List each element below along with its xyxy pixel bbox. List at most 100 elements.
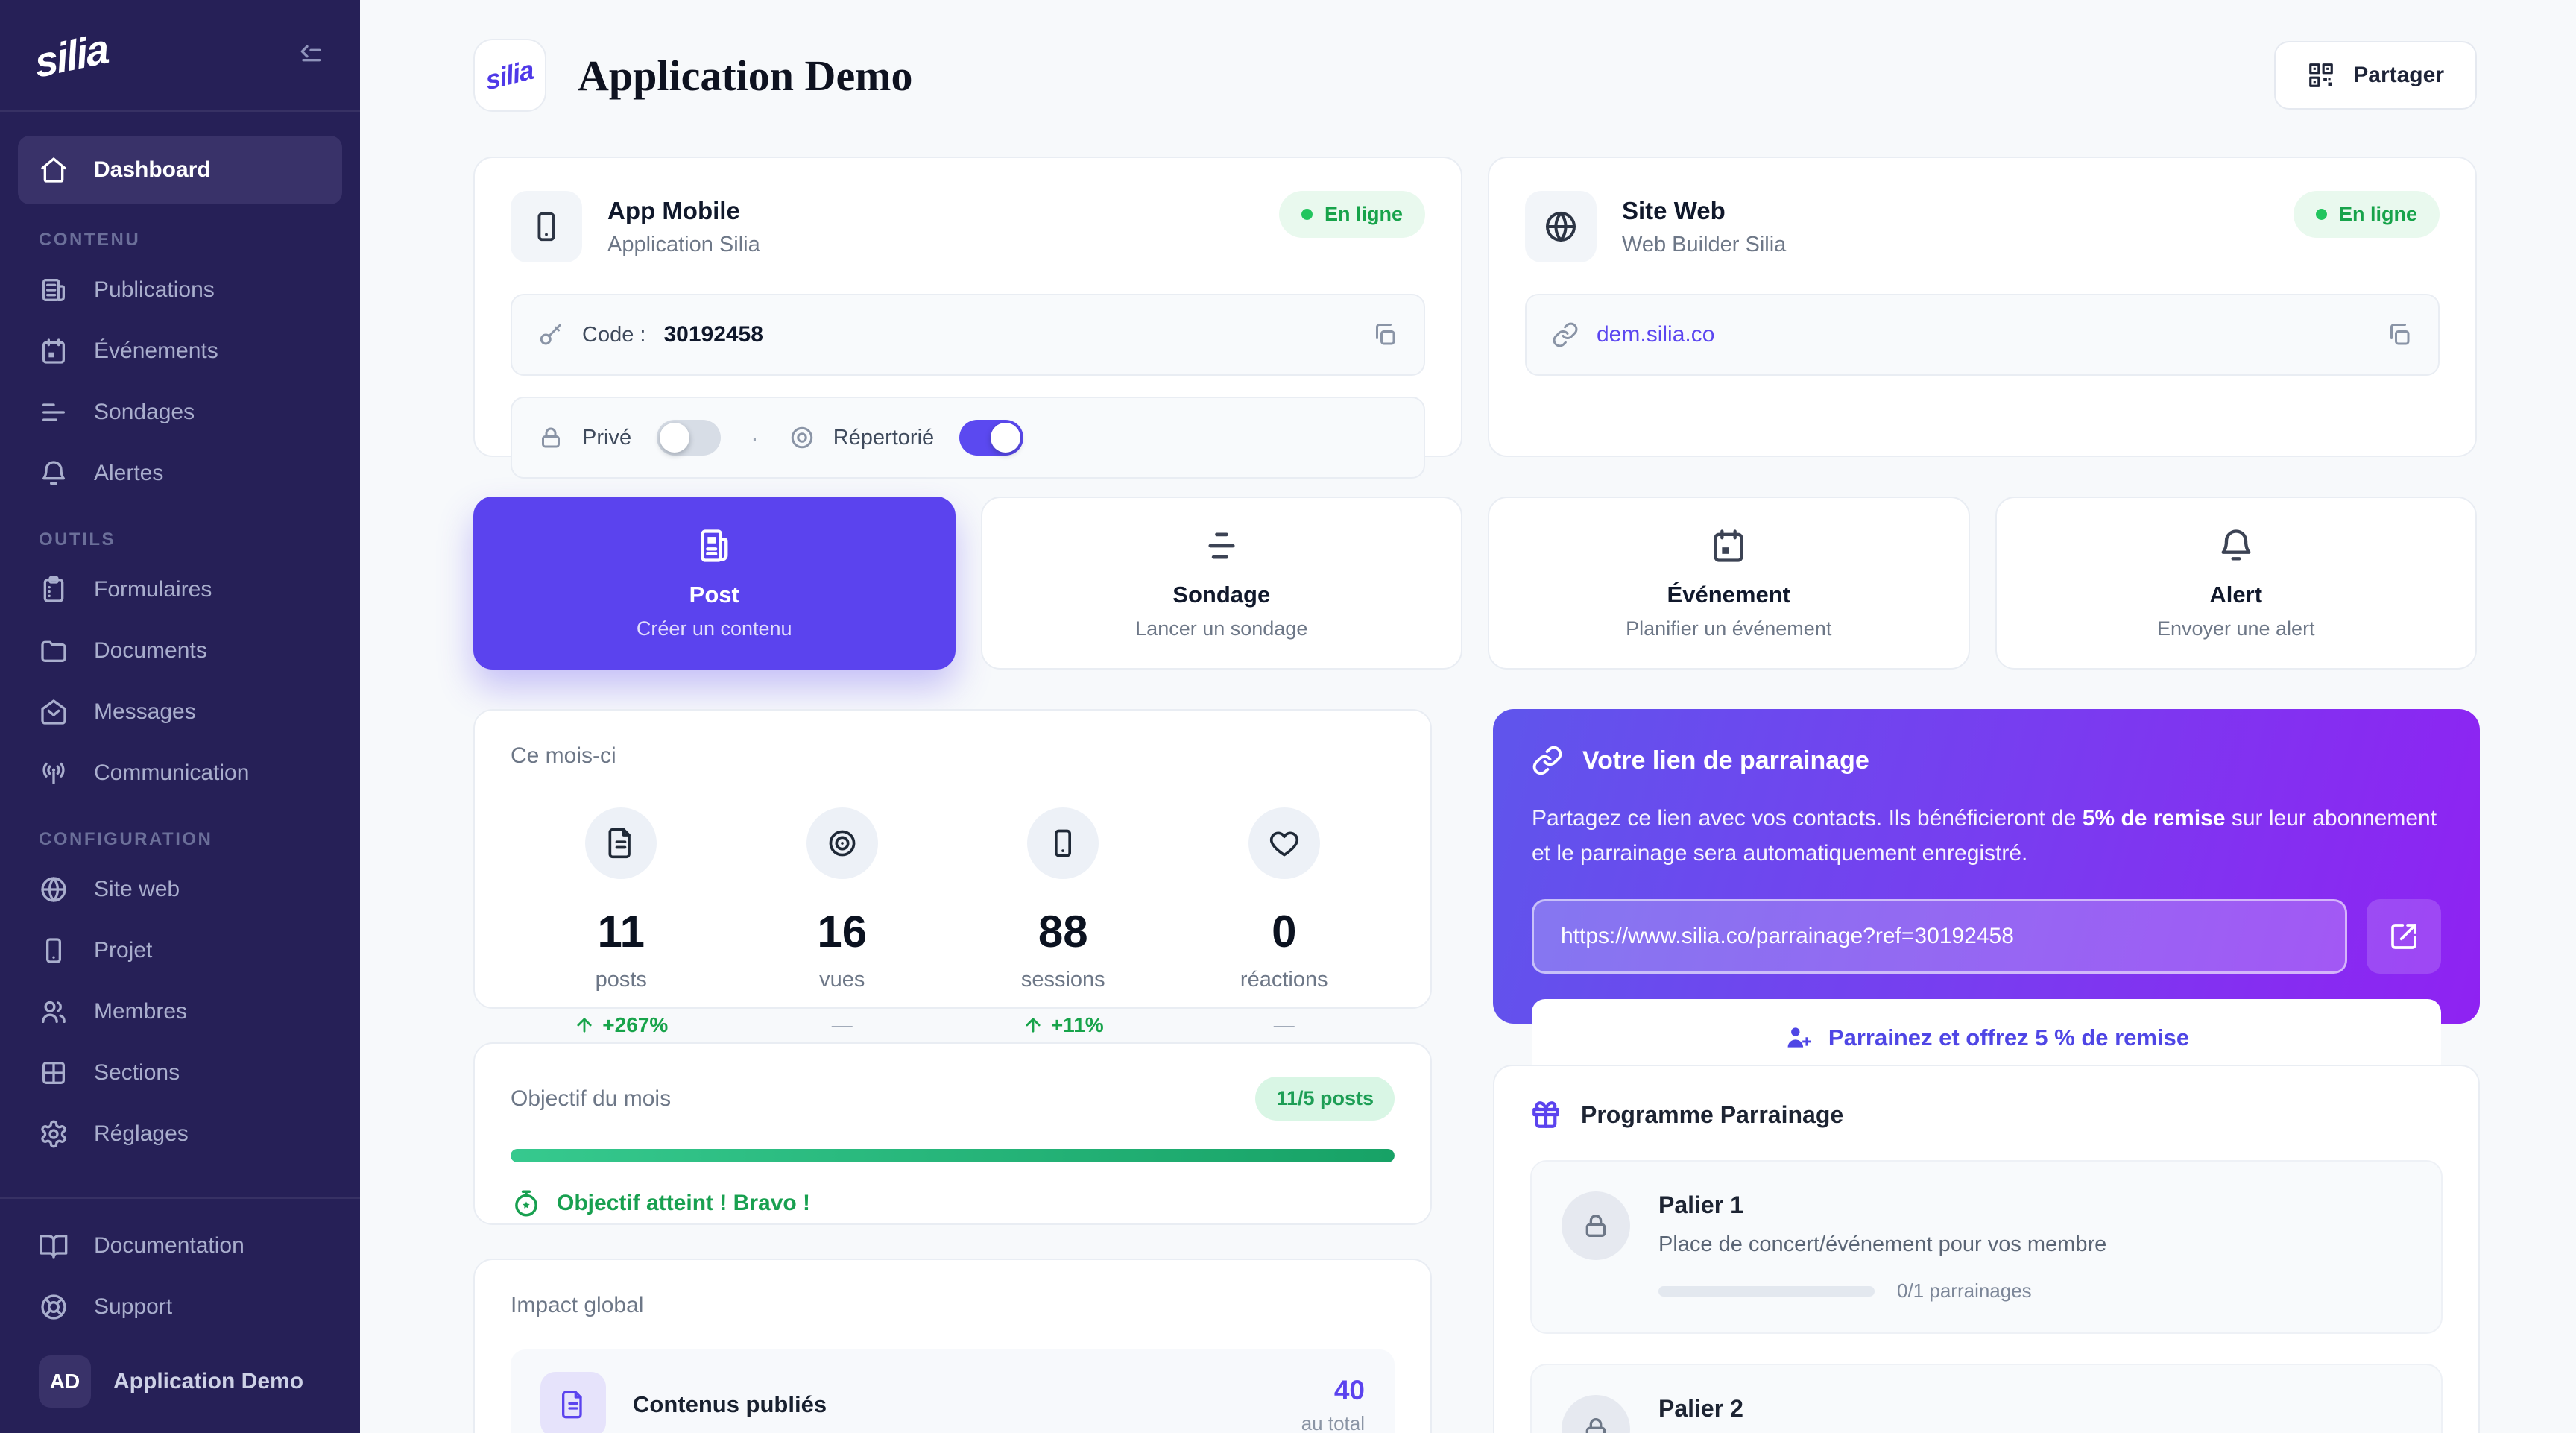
separator-dot: · (751, 424, 759, 452)
sidebar-item-label: Réglages (94, 1121, 189, 1147)
impact-row-value: 40 au total (1301, 1375, 1365, 1433)
account-row[interactable]: AD Application Demo (18, 1345, 342, 1418)
newspaper-icon (695, 526, 733, 565)
sidebar-item-dashboard[interactable]: Dashboard (18, 136, 342, 204)
listed-toggle[interactable] (959, 420, 1023, 456)
sidebar-item-messages[interactable]: Messages (18, 681, 342, 743)
gift-icon (1530, 1099, 1562, 1130)
site-url-link[interactable]: dem.silia.co (1597, 322, 1714, 347)
sidebar-item-formulaires[interactable]: Formulaires (18, 559, 342, 620)
action-title: Événement (1667, 582, 1790, 608)
impact-card: Impact global Contenus publiés 40 au tot… (473, 1259, 1432, 1433)
globe-icon (1525, 191, 1597, 262)
book-open-icon (39, 1231, 69, 1261)
calendar-icon (39, 336, 69, 366)
stat-label: vues (732, 968, 953, 992)
impact-row-label: Contenus publiés (633, 1391, 827, 1418)
tier-description: Place de concert/événement pour vos memb… (1658, 1232, 2106, 1257)
action-sondage[interactable]: Sondage Lancer un sondage (981, 497, 1463, 670)
life-buoy-icon (39, 1292, 69, 1322)
tier-progress-row: 0/1 parrainages (1658, 1279, 2106, 1303)
action-evenement[interactable]: Événement Planifier un événement (1488, 497, 1970, 670)
site-url-row: dem.silia.co (1525, 294, 2440, 376)
quick-actions-grid: Post Créer un contenu Sondage Lancer un … (473, 497, 2477, 670)
referral-input-row (1532, 899, 2441, 974)
action-post[interactable]: Post Créer un contenu (473, 497, 956, 670)
share-button[interactable]: Partager (2274, 41, 2477, 110)
listed-label: Répertorié (833, 426, 934, 450)
sidebar-item-label: Alertes (94, 461, 163, 486)
goal-status-text: Objectif atteint ! Bravo ! (557, 1191, 810, 1216)
card-title: Site Web (1622, 197, 1786, 225)
goal-title: Objectif du mois (511, 1086, 671, 1112)
stat-vues: 16 vues — (732, 807, 953, 1037)
sidebar-item-site-web[interactable]: Site web (18, 859, 342, 920)
stat-reactions: 0 réactions — (1174, 807, 1395, 1037)
stat-label: posts (511, 968, 732, 992)
sidebar-item-documentation[interactable]: Documentation (18, 1215, 342, 1276)
sidebar-item-reglages[interactable]: Réglages (18, 1103, 342, 1165)
sidebar-item-evenements[interactable]: Événements (18, 321, 342, 382)
online-dot (1301, 209, 1313, 220)
sidebar-footer: Documentation Support AD Application Dem… (0, 1197, 360, 1433)
copy-icon[interactable] (1371, 321, 1398, 348)
qr-code-icon (2307, 61, 2335, 89)
disc-eye-icon (806, 807, 878, 879)
sidebar-item-projet[interactable]: Projet (18, 920, 342, 981)
stat-label: sessions (953, 968, 1174, 992)
action-subtitle: Lancer un sondage (1135, 617, 1307, 640)
sidebar-item-sondages[interactable]: Sondages (18, 382, 342, 443)
right-column: Votre lien de parrainage Partagez ce lie… (1493, 709, 2480, 1433)
sidebar-logo-row: silia (0, 0, 360, 112)
poll-lines-icon (1202, 526, 1241, 565)
sidebar-item-publications[interactable]: Publications (18, 259, 342, 321)
private-toggle[interactable] (657, 420, 721, 456)
sidebar-item-label: Événements (94, 338, 218, 364)
sidebar-collapse-icon[interactable] (296, 40, 326, 70)
grid-icon (39, 1058, 69, 1088)
disc-icon (789, 424, 815, 451)
arrow-up-icon (1023, 1015, 1044, 1036)
sidebar-item-documents[interactable]: Documents (18, 620, 342, 681)
sidebar-section-contenu: CONTENU (39, 230, 321, 251)
timer-star-icon (511, 1188, 542, 1219)
tier-title: Palier 1 (1658, 1191, 2106, 1219)
lock-icon (537, 424, 564, 451)
sidebar-item-alertes[interactable]: Alertes (18, 443, 342, 504)
topbar-left: silia Application Demo (473, 39, 913, 112)
referral-link-input[interactable] (1532, 899, 2347, 974)
sidebar-item-label: Communication (94, 760, 249, 786)
silia-logo: silia (32, 23, 110, 86)
sidebar-item-membres[interactable]: Membres (18, 981, 342, 1042)
stats-row: 11 posts +267% 16 vues — (511, 807, 1395, 1037)
lock-icon (1562, 1395, 1630, 1433)
status-label: En ligne (2339, 203, 2417, 226)
stats-title: Ce mois-ci (511, 743, 1395, 769)
action-alert[interactable]: Alert Envoyer une alert (1995, 497, 2478, 670)
sidebar-item-support[interactable]: Support (18, 1276, 342, 1338)
sidebar: silia Dashboard CONTENU Publications Évé… (0, 0, 360, 1433)
goal-progress-track (511, 1149, 1395, 1162)
sidebar-item-communication[interactable]: Communication (18, 743, 342, 804)
tier-1: Palier 1 Place de concert/événement pour… (1530, 1160, 2443, 1334)
sidebar-item-sections[interactable]: Sections (18, 1042, 342, 1103)
program-title-row: Programme Parrainage (1530, 1099, 2443, 1130)
sidebar-item-label: Sondages (94, 400, 195, 425)
file-text-icon (585, 807, 657, 879)
online-dot (2316, 209, 2327, 220)
sidebar-item-label: Sections (94, 1060, 180, 1086)
copy-icon[interactable] (2386, 321, 2413, 348)
sidebar-item-label: Dashboard (94, 157, 211, 183)
tier-progress-label: 0/1 parrainages (1897, 1279, 2032, 1303)
topbar: silia Application Demo Partager (473, 39, 2477, 112)
external-link-button[interactable] (2367, 899, 2441, 974)
impact-row: Contenus publiés 40 au total (511, 1349, 1395, 1433)
tier-title: Palier 2 (1658, 1395, 2106, 1423)
sidebar-nav: Dashboard CONTENU Publications Événement… (0, 112, 360, 1197)
action-title: Sondage (1172, 582, 1270, 608)
sidebar-section-outils: OUTILS (39, 529, 321, 550)
tier-2-body: Palier 2 Place de concert/événement pour… (1658, 1395, 2106, 1433)
bottom-area: Ce mois-ci 11 posts +267% 16 (473, 709, 2477, 1433)
referral-program-card: Programme Parrainage Palier 1 Place de c… (1493, 1065, 2480, 1433)
referral-card: Votre lien de parrainage Partagez ce lie… (1493, 709, 2480, 1024)
